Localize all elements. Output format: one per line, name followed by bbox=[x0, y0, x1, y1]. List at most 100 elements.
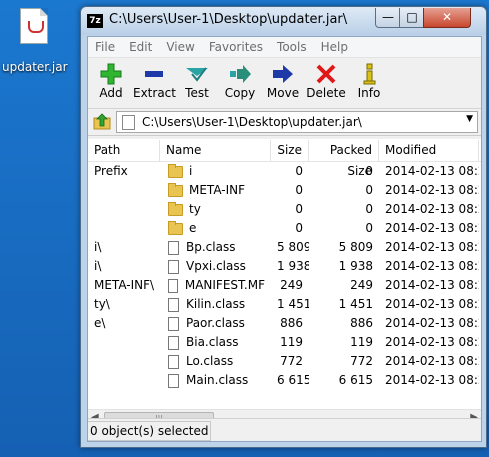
test-button[interactable]: Test bbox=[176, 58, 218, 108]
chevron-down-icon[interactable]: ▼ bbox=[466, 114, 473, 124]
row-modified: 2014-02-13 08:22 bbox=[385, 164, 479, 178]
file-icon bbox=[168, 278, 178, 293]
move-button[interactable]: Move bbox=[262, 58, 304, 108]
row-modified: 2014-02-13 08:22 bbox=[385, 278, 479, 292]
checkmark-icon bbox=[186, 67, 208, 82]
row-name-text: Kilin.class bbox=[186, 297, 246, 311]
add-button[interactable]: Add bbox=[90, 58, 132, 108]
row-path-prefix bbox=[88, 371, 160, 390]
column-header-path-prefix[interactable]: Path Prefix bbox=[88, 140, 160, 178]
row-size: 1 451 bbox=[277, 297, 309, 311]
row-modified: 2014-02-13 08:22 bbox=[385, 202, 479, 216]
row-size: 1 938 bbox=[277, 259, 309, 273]
extract-button[interactable]: Extract bbox=[133, 58, 176, 108]
table-row[interactable]: Lo.class 772 772 2014-02-13 08:22 bbox=[88, 352, 481, 371]
row-packed-size: 0 bbox=[365, 164, 373, 178]
menu-file[interactable]: File bbox=[88, 40, 122, 54]
minimize-button[interactable]: — bbox=[375, 8, 401, 28]
menu-favorites[interactable]: Favorites bbox=[202, 40, 270, 54]
row-name: Vpxi.class bbox=[160, 257, 271, 276]
status-bar: 0 object(s) selected bbox=[88, 418, 481, 441]
table-row[interactable]: e\ Paor.class 886 886 2014-02-13 08:22 bbox=[88, 314, 481, 333]
row-name-text: Bia.class bbox=[186, 335, 239, 349]
copy-arrow-icon bbox=[230, 65, 251, 83]
row-packed-size: 886 bbox=[350, 316, 373, 330]
table-row[interactable]: META-INF 0 0 2014-02-13 08:22 bbox=[88, 181, 481, 200]
extract-label: Extract bbox=[133, 86, 176, 100]
maximize-button[interactable]: □ bbox=[399, 8, 425, 28]
row-modified: 2014-02-13 08:22 bbox=[385, 316, 479, 330]
row-path-prefix bbox=[88, 200, 160, 219]
close-button[interactable]: ✕ bbox=[423, 8, 471, 28]
column-header-packed-size[interactable]: Packed Size bbox=[309, 140, 379, 178]
column-header-size[interactable]: Size bbox=[271, 140, 309, 161]
list-rows: i 0 0 2014-02-13 08:22 META-INF 0 0 2014-02-13 … bbox=[88, 162, 481, 390]
row-packed-size: 0 bbox=[365, 183, 373, 197]
row-path-prefix bbox=[88, 352, 160, 371]
row-name-text: META-INF bbox=[189, 183, 246, 197]
title-bar[interactable]: 7z C:\Users\User-1\Desktop\updater.jar\ … bbox=[81, 7, 486, 35]
row-modified: 2014-02-13 08:22 bbox=[385, 354, 479, 368]
table-row[interactable]: META-INF\ MANIFEST.MF 249 249 2014-02-13 08:… bbox=[88, 276, 481, 295]
folder-icon bbox=[168, 182, 183, 197]
table-row[interactable]: e 0 0 2014-02-13 08:22 bbox=[88, 219, 481, 238]
row-name: META-INF bbox=[160, 181, 271, 200]
menu-edit[interactable]: Edit bbox=[122, 40, 159, 54]
info-button[interactable]: Info bbox=[348, 58, 390, 108]
row-name-text: Bp.class bbox=[186, 240, 236, 254]
row-name-text: Main.class bbox=[186, 373, 249, 387]
table-row[interactable]: Main.class 6 615 6 615 2014-02-13 08:22 bbox=[88, 371, 481, 390]
row-path-prefix: i\ bbox=[94, 240, 102, 254]
row-path-prefix bbox=[88, 181, 160, 200]
add-label: Add bbox=[99, 86, 123, 100]
delete-label: Delete bbox=[306, 86, 346, 100]
row-name: Main.class bbox=[160, 371, 271, 390]
jar-file-icon bbox=[20, 8, 48, 44]
address-bar: C:\Users\User-1\Desktop\updater.jar\ ▼ bbox=[88, 109, 481, 136]
minus-icon bbox=[145, 71, 163, 77]
copy-button[interactable]: Copy bbox=[219, 58, 261, 108]
menu-view[interactable]: View bbox=[159, 40, 201, 54]
7zip-app-icon: 7z bbox=[87, 14, 103, 28]
row-modified: 2014-02-13 08:22 bbox=[385, 335, 479, 349]
row-packed-size: 5 809 bbox=[338, 240, 373, 254]
file-list: Path Prefix Name Size Packed Size Modifi… bbox=[88, 139, 481, 427]
folder-icon bbox=[168, 163, 183, 178]
table-row[interactable]: i\ Vpxi.class 1 938 1 938 2014-02-13 08:22 bbox=[88, 257, 481, 276]
column-header-name[interactable]: Name bbox=[160, 140, 271, 161]
menu-tools[interactable]: Tools bbox=[270, 40, 314, 54]
delete-button[interactable]: Delete bbox=[305, 58, 347, 108]
table-row[interactable]: ty\ Kilin.class 1 451 1 451 2014-02-13 08:22 bbox=[88, 295, 481, 314]
row-size: 772 bbox=[280, 354, 303, 368]
list-header: Path Prefix Name Size Packed Size Modifi… bbox=[88, 140, 481, 178]
row-path-prefix: e\ bbox=[94, 316, 106, 330]
menu-help[interactable]: Help bbox=[314, 40, 355, 54]
row-packed-size: 772 bbox=[350, 354, 373, 368]
row-path-prefix: ty\ bbox=[94, 297, 110, 311]
row-name-text: ty bbox=[189, 202, 201, 216]
desktop-icon-label: updater.jar bbox=[2, 60, 68, 74]
path-input[interactable]: C:\Users\User-1\Desktop\updater.jar\ ▼ bbox=[116, 111, 478, 133]
row-path-prefix: META-INF\ bbox=[94, 278, 155, 292]
test-label: Test bbox=[185, 86, 209, 100]
row-name: MANIFEST.MF bbox=[160, 276, 271, 295]
desktop-icon-updater-jar[interactable]: updater.jar bbox=[2, 8, 68, 74]
column-header-modified[interactable]: Modified bbox=[379, 140, 479, 161]
row-packed-size: 0 bbox=[365, 221, 373, 235]
table-row[interactable]: i 0 0 2014-02-13 08:22 bbox=[88, 162, 481, 181]
folder-icon bbox=[168, 201, 183, 216]
row-name-text: Paor.class bbox=[186, 316, 245, 330]
row-size: 0 bbox=[295, 221, 303, 235]
plus-icon bbox=[100, 63, 122, 85]
table-row[interactable]: Bia.class 119 119 2014-02-13 08:22 bbox=[88, 333, 481, 352]
row-name: Lo.class bbox=[160, 352, 271, 371]
up-folder-button[interactable] bbox=[92, 112, 112, 132]
delete-x-icon bbox=[316, 64, 336, 84]
table-row[interactable]: ty 0 0 2014-02-13 08:22 bbox=[88, 200, 481, 219]
row-modified: 2014-02-13 08:22 bbox=[385, 183, 479, 197]
row-modified: 2014-02-13 08:22 bbox=[385, 297, 479, 311]
move-label: Move bbox=[266, 86, 300, 100]
row-name-text: e bbox=[189, 221, 197, 235]
row-packed-size: 1 938 bbox=[338, 259, 373, 273]
table-row[interactable]: i\ Bp.class 5 809 5 809 2014-02-13 08:22 bbox=[88, 238, 481, 257]
